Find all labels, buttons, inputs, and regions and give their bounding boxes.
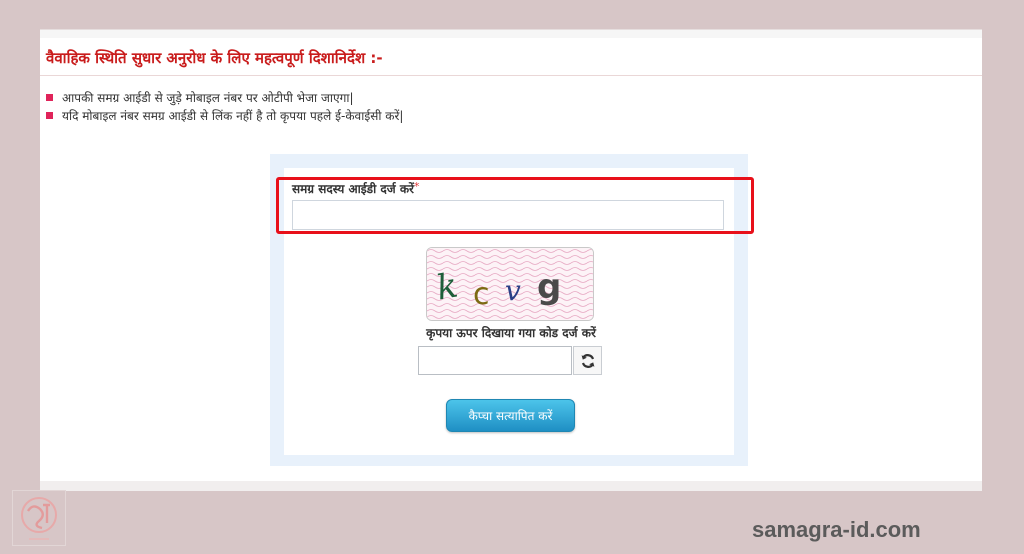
content-panel: वैवाहिक स्थिति सुधार अनुरोध के लिए महत्व…	[40, 29, 982, 491]
captcha-hint: कृपया ऊपर दिखाया गया कोड दर्ज करें	[426, 326, 596, 340]
site-logo	[12, 490, 66, 546]
guideline-text: यदि मोबाइल नंबर समग्र आईडी से लिंक नहीं …	[62, 108, 404, 123]
guideline-text: आपकी समग्र आईडी से जुड़े मोबाइल नंबर पर …	[62, 90, 354, 105]
page-title: वैवाहिक स्थिति सुधार अनुरोध के लिए महत्व…	[46, 49, 383, 67]
site-watermark: samagra-id.com	[752, 517, 921, 542]
captcha-refresh-button[interactable]	[573, 346, 602, 375]
bottom-strip	[40, 481, 982, 491]
refresh-icon	[581, 353, 594, 368]
captcha-graphic: k c v g	[427, 248, 593, 320]
guideline-list: आपकी समग्र आईडी से जुड़े मोबाइल नंबर पर …	[46, 88, 403, 124]
bullet-icon	[46, 93, 53, 101]
captcha-char: v	[505, 274, 521, 307]
logo-emblem	[21, 497, 57, 540]
title-divider	[40, 75, 982, 76]
captcha-char: g	[537, 267, 561, 307]
list-item: यदि मोबाइल नंबर समग्र आईडी से लिंक नहीं …	[46, 106, 403, 124]
captcha-input[interactable]	[418, 346, 572, 375]
captcha-image: k c v g	[426, 247, 594, 321]
captcha-char: c	[473, 277, 490, 312]
bullet-icon	[46, 111, 53, 119]
verify-captcha-button[interactable]: कैप्चा सत्यापित करें	[446, 399, 575, 432]
top-strip	[40, 30, 982, 38]
highlight-box	[276, 177, 754, 234]
list-item: आपकी समग्र आईडी से जुड़े मोबाइल नंबर पर …	[46, 88, 403, 106]
